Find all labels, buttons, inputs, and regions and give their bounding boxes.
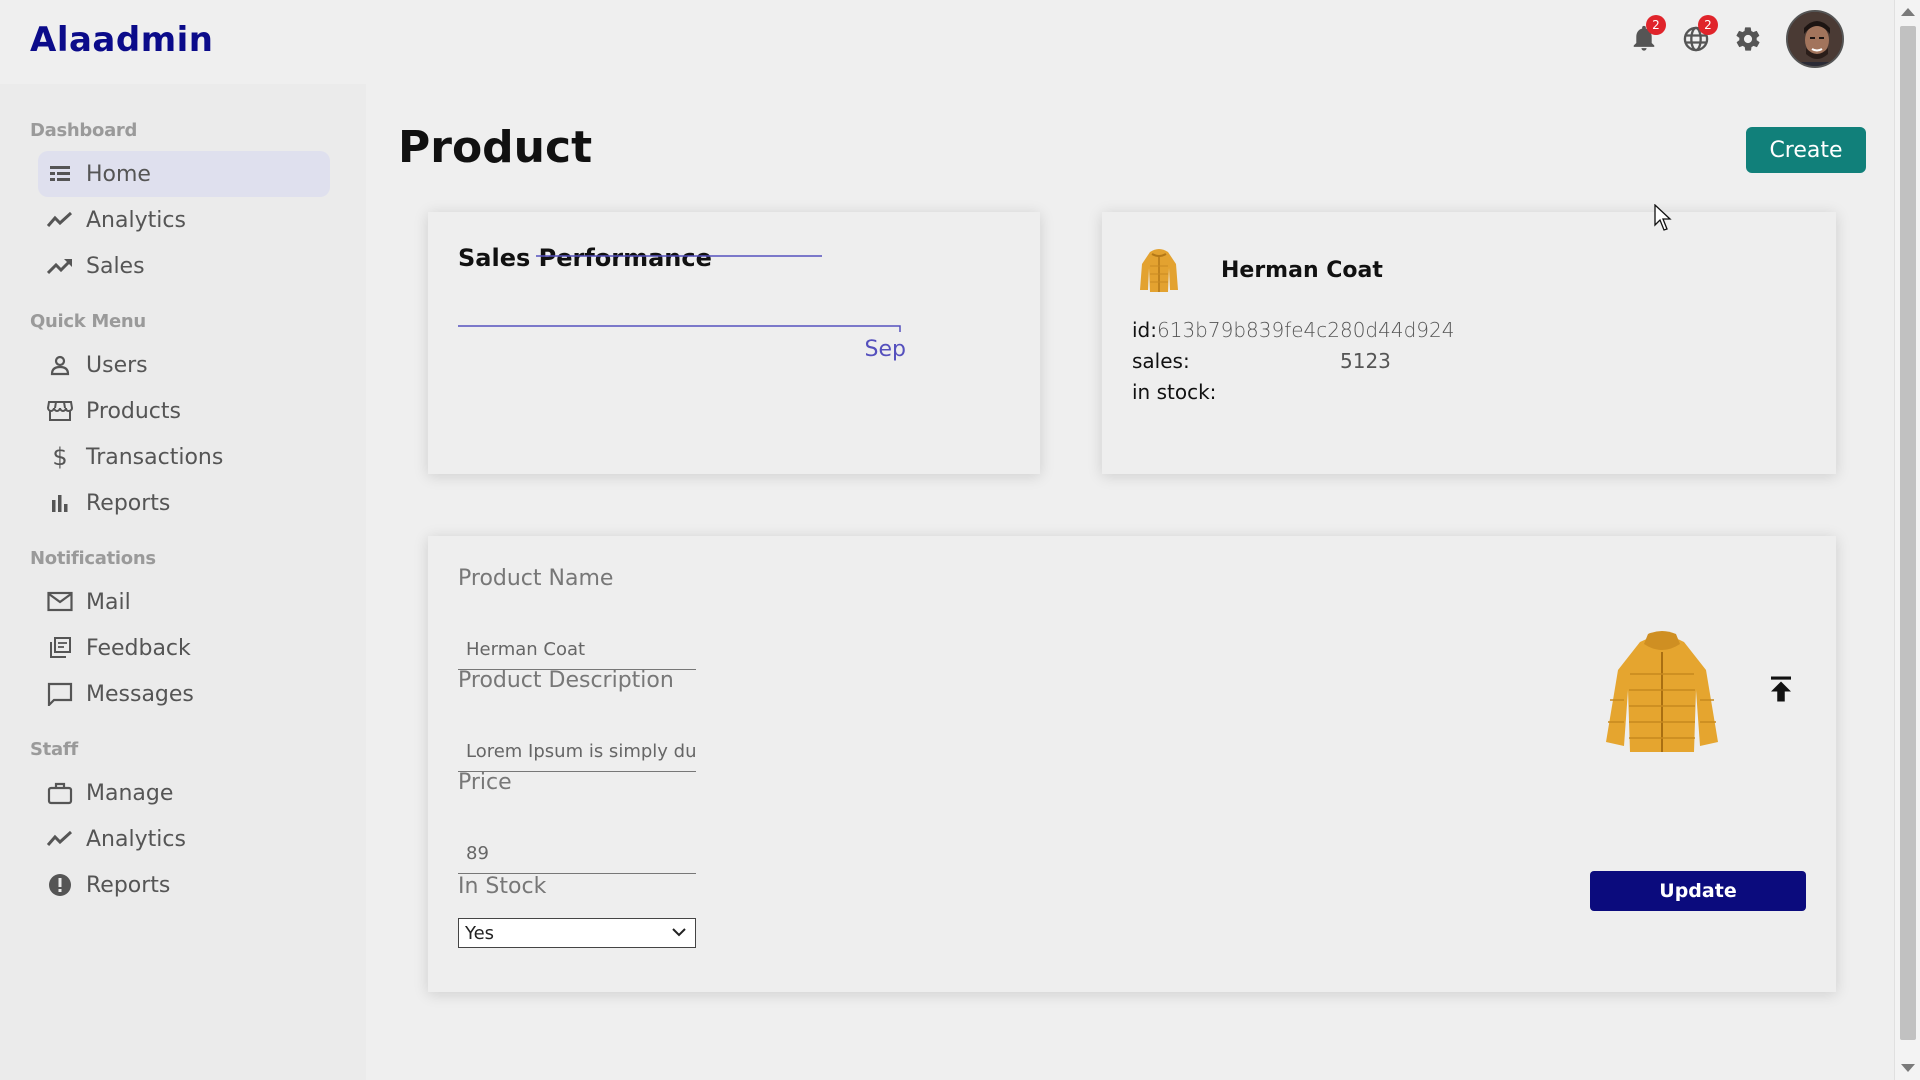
sales-performance-card: Sales Performance Sep	[428, 212, 1040, 474]
store-icon	[46, 397, 74, 425]
sidebar-section-notifications: Notifications Mail Feedback Messages	[0, 548, 366, 717]
briefcase-icon	[46, 779, 74, 807]
sidebar-item-label: Manage	[86, 780, 174, 806]
product-id-row: id:613b79b839fe4c280d44d924	[1132, 318, 1454, 342]
home-icon	[46, 160, 74, 188]
sidebar-item-staff-analytics[interactable]: Analytics	[38, 816, 330, 862]
sidebar-item-label: Sales	[86, 253, 145, 279]
product-stock-row: in stock:	[1132, 380, 1216, 404]
sidebar-item-messages[interactable]: Messages	[38, 671, 330, 717]
topbar-icons: 2 2	[1630, 10, 1844, 68]
trend-line-icon	[46, 825, 74, 853]
language-count-badge: 2	[1698, 15, 1718, 35]
sidebar-item-home[interactable]: Home	[38, 151, 330, 197]
sidebar-item-label: Home	[86, 161, 151, 187]
scroll-down-arrow[interactable]	[1901, 1064, 1915, 1072]
in-stock-label: In Stock	[458, 874, 547, 899]
sales-value: 5123	[1340, 349, 1391, 373]
in-stock-select[interactable]: Yes	[458, 918, 696, 948]
product-name: Herman Coat	[1221, 258, 1383, 283]
price-label: Price	[458, 770, 512, 795]
product-sales-row: sales: 5123	[1132, 349, 1532, 373]
mouse-cursor-icon	[1654, 204, 1672, 231]
sidebar-item-mail[interactable]: Mail	[38, 579, 330, 625]
product-name-input[interactable]	[458, 630, 696, 670]
user-avatar[interactable]	[1786, 10, 1844, 68]
sales-chart: Sep	[458, 255, 906, 362]
notification-count-badge: 2	[1646, 15, 1666, 35]
topbar: Alaadmin 2 2	[0, 0, 1894, 84]
sidebar-item-label: Reports	[86, 490, 171, 516]
trending-up-icon	[46, 252, 74, 280]
product-name-label: Product Name	[458, 566, 614, 591]
sidebar-item-staff-reports[interactable]: Reports	[38, 862, 330, 908]
sidebar-item-manage[interactable]: Manage	[38, 770, 330, 816]
product-image	[1606, 631, 1718, 752]
dollar-icon: $	[52, 443, 68, 471]
chat-icon	[46, 680, 74, 708]
sidebar-item-analytics[interactable]: Analytics	[38, 197, 330, 243]
sidebar-section-quick-menu: Quick Menu Users Products $ Transactions…	[0, 311, 366, 526]
sidebar-item-label: Users	[86, 352, 148, 378]
avatar-photo	[1788, 12, 1842, 66]
section-title: Notifications	[30, 548, 156, 569]
scroll-thumb[interactable]	[1900, 26, 1916, 1040]
sidebar-item-label: Products	[86, 398, 181, 424]
notifications-button[interactable]: 2	[1630, 15, 1666, 53]
chevron-down-icon	[672, 928, 686, 937]
sales-label: sales:	[1132, 349, 1190, 373]
product-description-input[interactable]	[458, 732, 696, 772]
id-value: 613b79b839fe4c280d44d924	[1157, 318, 1455, 342]
mail-icon	[46, 588, 74, 616]
price-input[interactable]	[458, 834, 696, 874]
upload-icon[interactable]	[1766, 674, 1796, 704]
sidebar-section-staff: Staff Manage Analytics Reports	[0, 739, 366, 908]
sidebar-item-users[interactable]: Users	[38, 342, 330, 388]
language-button[interactable]: 2	[1682, 15, 1718, 53]
trend-line-icon	[46, 206, 74, 234]
stock-label: in stock:	[1132, 380, 1217, 404]
settings-button[interactable]	[1734, 25, 1762, 53]
product-description-label: Product Description	[458, 668, 674, 693]
sidebar-item-reports[interactable]: Reports	[38, 480, 330, 526]
bar-chart-icon	[46, 489, 74, 517]
product-thumbnail	[1140, 249, 1178, 292]
app-logo[interactable]: Alaadmin	[30, 20, 213, 60]
update-button[interactable]: Update	[1590, 871, 1806, 911]
sidebar: Dashboard Home Analytics Sales Quick Men…	[0, 84, 366, 1080]
scroll-up-arrow[interactable]	[1901, 8, 1915, 16]
chart-x-axis	[458, 325, 901, 332]
sidebar-item-sales[interactable]: Sales	[38, 243, 330, 289]
product-edit-form: Product Name Product Description Price I…	[428, 536, 1836, 992]
gear-icon	[1736, 27, 1760, 51]
sidebar-item-transactions[interactable]: $ Transactions	[38, 434, 330, 480]
sidebar-item-label: Transactions	[86, 444, 224, 470]
sidebar-item-label: Feedback	[86, 635, 191, 661]
feedback-icon	[46, 634, 74, 662]
sidebar-item-label: Messages	[86, 681, 194, 707]
id-label: id:	[1132, 318, 1157, 342]
in-stock-selected-value: Yes	[465, 922, 495, 944]
page-scrollbar[interactable]	[1894, 0, 1920, 1080]
product-info-card: Herman Coat id:613b79b839fe4c280d44d924 …	[1102, 212, 1836, 474]
sidebar-item-feedback[interactable]: Feedback	[38, 625, 330, 671]
section-title: Dashboard	[30, 120, 138, 141]
section-title: Quick Menu	[30, 311, 146, 332]
sidebar-section-dashboard: Dashboard Home Analytics Sales	[0, 120, 366, 289]
sidebar-item-products[interactable]: Products	[38, 388, 330, 434]
chart-x-tick-label: Sep	[865, 337, 906, 362]
sidebar-item-label: Analytics	[86, 207, 186, 233]
alert-circle-icon	[46, 871, 74, 899]
section-title: Staff	[30, 739, 78, 760]
person-icon	[46, 351, 74, 379]
sidebar-item-label: Mail	[86, 589, 131, 615]
sidebar-item-label: Reports	[86, 872, 171, 898]
page-title: Product	[398, 122, 593, 173]
create-button[interactable]: Create	[1746, 127, 1866, 173]
sidebar-item-label: Analytics	[86, 826, 186, 852]
